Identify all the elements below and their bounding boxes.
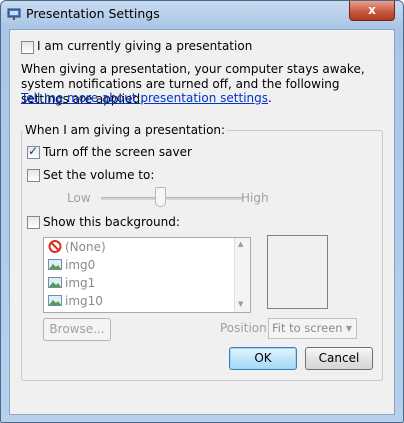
screensaver-label[interactable]: Turn off the screen saver (43, 145, 192, 159)
position-value: Fit to screen (272, 321, 343, 335)
list-item-label: img0 (65, 258, 96, 272)
title-bar[interactable]: Presentation Settings x (1, 1, 403, 28)
browse-button[interactable]: Browse... (43, 318, 111, 341)
scroll-up-icon[interactable]: ▲ (238, 240, 243, 248)
position-select[interactable]: Fit to screen ▼ (268, 318, 357, 339)
image-icon (48, 276, 62, 289)
volume-slider-thumb[interactable] (155, 187, 167, 207)
volume-low-label: Low (67, 191, 91, 205)
volume-high-label: High (241, 191, 269, 205)
no-entry-icon (48, 240, 62, 253)
volume-label[interactable]: Set the volume to: (43, 168, 154, 182)
listbox-scrollbar[interactable]: ▲ ▼ (234, 238, 250, 312)
list-item-label: img1 (65, 276, 96, 290)
chevron-down-icon: ▼ (345, 324, 352, 333)
presentation-settings-help-link[interactable]: Tell me more about presentation settings (21, 91, 268, 105)
giving-presentation-label[interactable]: I am currently giving a presentation (37, 39, 252, 53)
giving-presentation-checkbox[interactable] (21, 41, 34, 54)
volume-slider-track[interactable] (101, 197, 243, 200)
list-item-label: img10 (65, 294, 103, 308)
volume-checkbox[interactable] (27, 169, 40, 182)
image-icon (48, 294, 62, 307)
ok-button[interactable]: OK (229, 347, 297, 370)
close-button[interactable]: x (349, 1, 395, 21)
background-listbox[interactable]: (None) img0 img1 img10 ▲ ▼ (43, 237, 251, 313)
presentation-settings-window: Presentation Settings x I am currently g… (0, 0, 404, 423)
background-label[interactable]: Show this background: (43, 215, 180, 229)
cancel-button[interactable]: Cancel (305, 347, 373, 370)
dialog-body: I am currently giving a presentation Whe… (9, 29, 395, 415)
link-suffix: . (268, 91, 272, 105)
scroll-down-icon[interactable]: ▼ (238, 300, 243, 308)
screensaver-checkbox[interactable] (27, 144, 40, 159)
presentation-app-icon (7, 7, 21, 21)
background-checkbox[interactable] (27, 216, 40, 229)
window-title: Presentation Settings (26, 6, 160, 21)
list-item-label: (None) (65, 240, 106, 254)
background-preview (267, 235, 328, 309)
group-title: When I am giving a presentation: (23, 123, 228, 137)
close-icon: x (368, 3, 376, 17)
position-label: Position: (220, 321, 271, 335)
image-icon (48, 258, 62, 271)
